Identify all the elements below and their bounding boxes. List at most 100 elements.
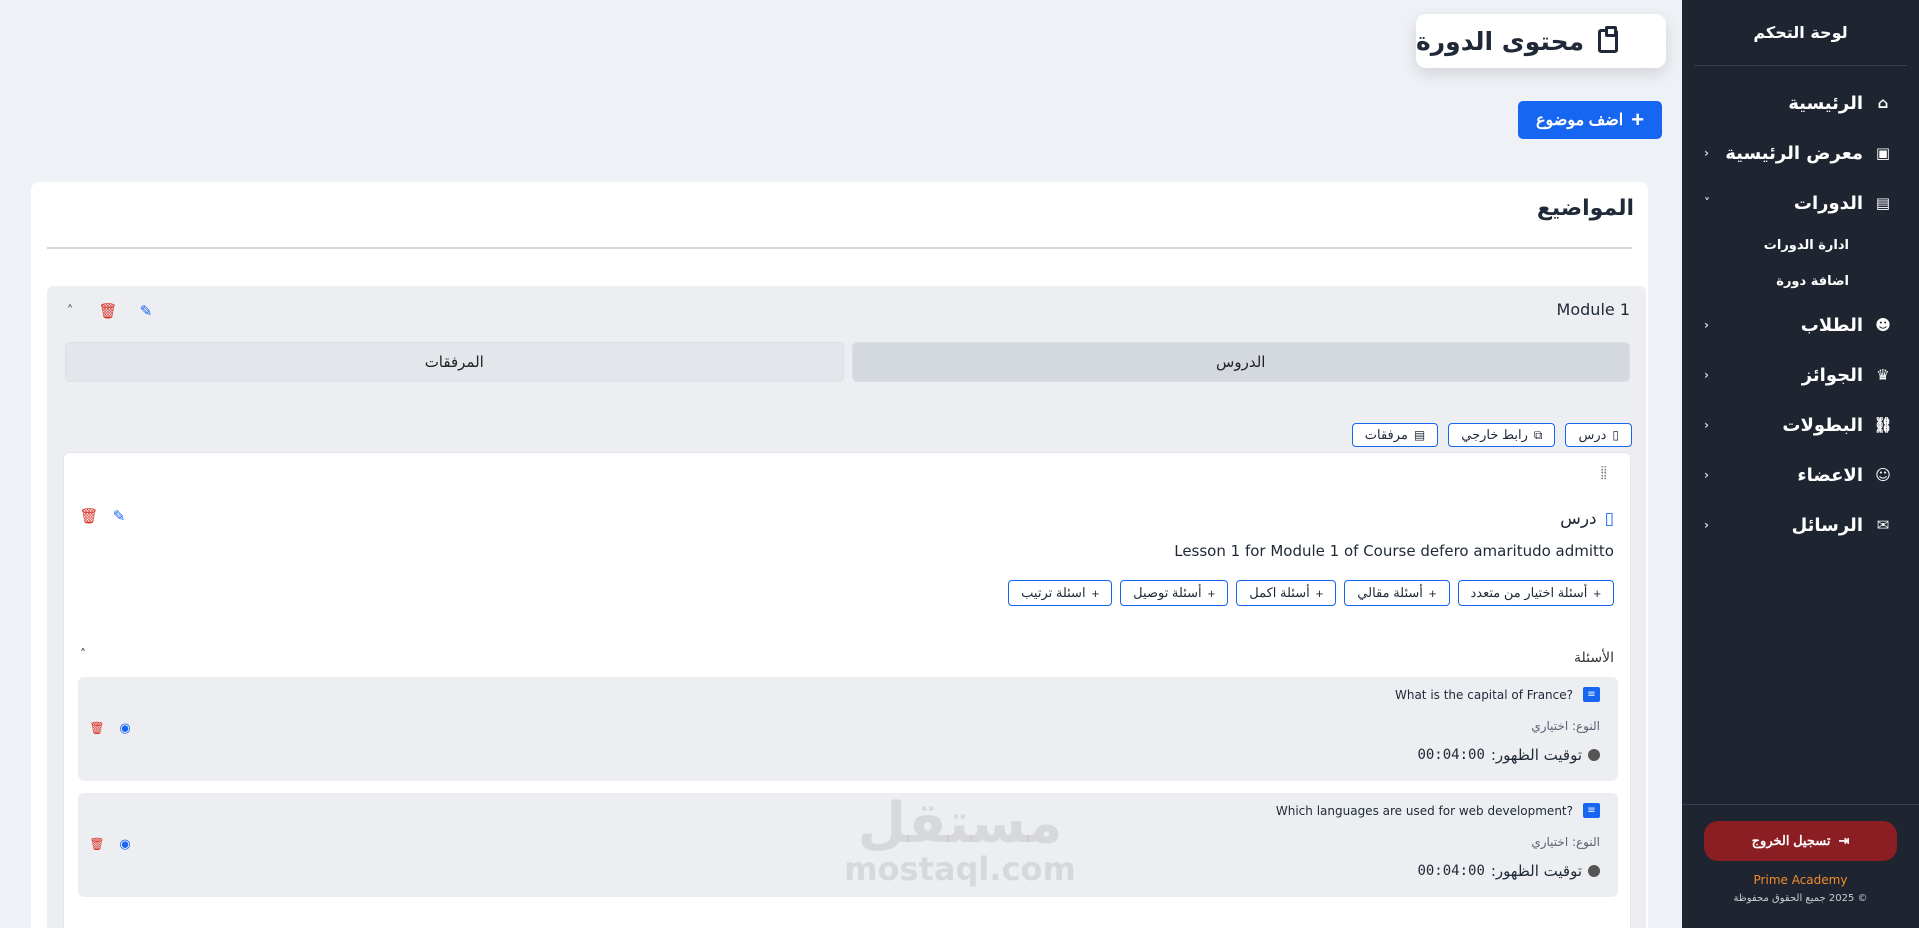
- module-actions: ˄ 🗑 ✎: [61, 302, 155, 320]
- logout-label: تسجيل الخروج: [1751, 833, 1831, 848]
- plus-icon: +: [1207, 585, 1216, 601]
- plus-icon: +: [1593, 585, 1601, 601]
- gallery-icon: ▣: [1875, 144, 1891, 162]
- timing-value: 00:04:00: [1417, 747, 1485, 763]
- timing-label: توقيت الظهور:: [1490, 862, 1582, 880]
- button-label: أسئلة مقالي: [1357, 585, 1423, 600]
- clock-icon: [1588, 749, 1600, 761]
- trophy-icon: ♛: [1876, 366, 1890, 384]
- question-card: Which languages are used for web develop…: [78, 793, 1618, 897]
- question-type: النوع: اختياري: [1531, 835, 1600, 849]
- eye-icon[interactable]: ◉: [116, 719, 134, 737]
- question-text-row: Which languages are used for web develop…: [1276, 803, 1600, 818]
- question-actions: 🗑 ◉: [88, 835, 134, 853]
- sidebar-item-label: الرسائل: [1791, 514, 1863, 536]
- logout-button[interactable]: ⇥ تسجيل الخروج: [1704, 821, 1897, 861]
- tab-attachments[interactable]: المرفقات: [65, 342, 844, 382]
- sidebar-subitem-manage-courses[interactable]: ادارة الدورات: [1682, 228, 1919, 264]
- plus-icon: +: [1091, 585, 1100, 601]
- sidebar-item-members[interactable]: ☺ الاعضاء ‹: [1682, 450, 1919, 500]
- add-ordering-button[interactable]: + اسئلة ترتيب: [1008, 580, 1113, 606]
- button-label: اسئلة ترتيب: [1021, 585, 1086, 600]
- chevron-up-icon[interactable]: ˄: [80, 647, 86, 661]
- module-card: Module 1 ˄ 🗑 ✎ الدروس المرفقات ▯ درس ⧉ ر…: [47, 286, 1646, 928]
- add-external-link-button[interactable]: ⧉ رابط خارجي: [1448, 423, 1556, 447]
- question-timing: توقيت الظهور: 00:04:00: [1417, 746, 1600, 764]
- add-mcq-button[interactable]: + أسئلة اختيار من متعدد: [1457, 580, 1614, 606]
- plus-icon: +: [1315, 585, 1324, 601]
- sidebar-item-home[interactable]: ⌂ الرئيسية: [1682, 78, 1919, 128]
- trash-icon[interactable]: 🗑: [98, 302, 117, 320]
- button-label: مرفقات: [1364, 427, 1408, 442]
- edit-icon[interactable]: ✎: [137, 302, 155, 320]
- plus-icon: +: [1428, 585, 1437, 601]
- question-type: النوع: اختياري: [1531, 719, 1600, 733]
- chevron-left-icon: ‹: [1704, 318, 1709, 332]
- sidebar-item-label: الدورات: [1793, 192, 1863, 214]
- sidebar-subitem-add-course[interactable]: اضافة دورة: [1682, 264, 1919, 300]
- clock-icon: [1588, 865, 1600, 877]
- sidebar-item-messages[interactable]: ✉ الرسائل ‹: [1682, 500, 1919, 550]
- lesson-description: Lesson 1 for Module 1 of Course defero a…: [1174, 542, 1614, 560]
- module-tabs: الدروس المرفقات: [65, 342, 1630, 382]
- tab-lessons[interactable]: الدروس: [851, 342, 1630, 382]
- tournament-icon: ⛓: [1873, 416, 1893, 434]
- sidebar-item-awards[interactable]: ♛ الجوائز ‹: [1682, 350, 1919, 400]
- question-actions: 🗑 ◉: [88, 719, 134, 737]
- sidebar-title: لوحة التحكم: [1694, 0, 1907, 66]
- question-text: Which languages are used for web develop…: [1275, 803, 1573, 818]
- sidebar-item-label: معرض الرئيسية: [1725, 142, 1863, 164]
- add-attachment-button[interactable]: ▤ مرفقات: [1351, 423, 1439, 447]
- add-lesson-button[interactable]: ▯ درس: [1565, 423, 1632, 447]
- add-topic-label: اضف موضوع: [1535, 112, 1624, 129]
- list-icon: ≡: [1583, 687, 1600, 702]
- sidebar-nav: ⌂ الرئيسية ▣ معرض الرئيسية ‹ ▤ الدورات ˅…: [1682, 66, 1919, 550]
- add-topic-button[interactable]: + اضف موضوع: [1518, 101, 1662, 139]
- users-icon: ☺: [1875, 466, 1891, 484]
- timing-value: 00:04:00: [1417, 863, 1485, 879]
- add-complete-button[interactable]: + أسئلة اكمل: [1236, 580, 1337, 606]
- trash-icon[interactable]: 🗑: [88, 719, 106, 737]
- question-text: What is the capital of France?: [1394, 687, 1573, 702]
- drag-handle-icon[interactable]: ⠿ ⠿: [1600, 467, 1614, 489]
- lesson-actions: 🗑 ✎: [79, 507, 128, 525]
- add-essay-button[interactable]: + أسئلة مقالي: [1344, 580, 1450, 606]
- page-title: محتوى الدورة: [1416, 26, 1585, 56]
- student-icon: ☻: [1875, 316, 1891, 334]
- trash-icon[interactable]: 🗑: [79, 507, 98, 525]
- sidebar-item-tournaments[interactable]: ⛓ البطولات ‹: [1682, 400, 1919, 450]
- button-label: أسئلة اختيار من متعدد: [1470, 585, 1588, 600]
- copyright: © 2025 جميع الحقوق محفوظة: [1733, 893, 1868, 904]
- button-label: أسئلة اكمل: [1249, 585, 1310, 600]
- chevron-left-icon: ‹: [1704, 368, 1709, 382]
- sidebar-item-label: الجوائز: [1801, 364, 1863, 386]
- sidebar-item-courses[interactable]: ▤ الدورات ˅: [1682, 178, 1919, 228]
- chevron-up-icon[interactable]: ˄: [61, 302, 79, 320]
- lesson-header: ▯ درس: [1560, 509, 1614, 529]
- sidebar-item-label: الرئيسية: [1788, 92, 1863, 114]
- sidebar-item-gallery[interactable]: ▣ معرض الرئيسية ‹: [1682, 128, 1919, 178]
- clipboard-icon: [1598, 26, 1619, 53]
- question-card: What is the capital of France? ≡ النوع: …: [78, 677, 1618, 781]
- sidebar-item-label: البطولات: [1782, 414, 1863, 436]
- sidebar-footer: ⇥ تسجيل الخروج Prime Academy © 2025 جميع…: [1682, 804, 1919, 928]
- plus-icon: +: [1631, 107, 1645, 132]
- chevron-left-icon: ‹: [1704, 146, 1709, 160]
- button-label: رابط خارجي: [1461, 427, 1528, 442]
- chevron-left-icon: ‹: [1704, 518, 1709, 532]
- lesson-type: درس: [1560, 509, 1597, 529]
- trash-icon[interactable]: 🗑: [88, 835, 106, 853]
- question-type-buttons: + أسئلة اختيار من متعدد + أسئلة مقالي + أسئ…: [1008, 580, 1614, 606]
- add-content-buttons: ▯ درس ⧉ رابط خارجي ▤ مرفقات: [1351, 423, 1632, 447]
- edit-icon[interactable]: ✎: [110, 507, 128, 525]
- page-header: محتوى الدورة: [1416, 14, 1666, 68]
- eye-icon[interactable]: ◉: [116, 835, 134, 853]
- book-icon: ▯: [1612, 428, 1619, 442]
- questions-title: الأسئلة: [1574, 650, 1614, 666]
- button-label: أسئلة توصيل: [1133, 585, 1202, 600]
- add-matching-button[interactable]: + أسئلة توصيل: [1120, 580, 1229, 606]
- divider: [47, 247, 1632, 249]
- sidebar-item-students[interactable]: ☻ الطلاب ‹: [1682, 300, 1919, 350]
- file-icon: ▤: [1413, 428, 1426, 442]
- external-link-icon: ⧉: [1533, 427, 1543, 442]
